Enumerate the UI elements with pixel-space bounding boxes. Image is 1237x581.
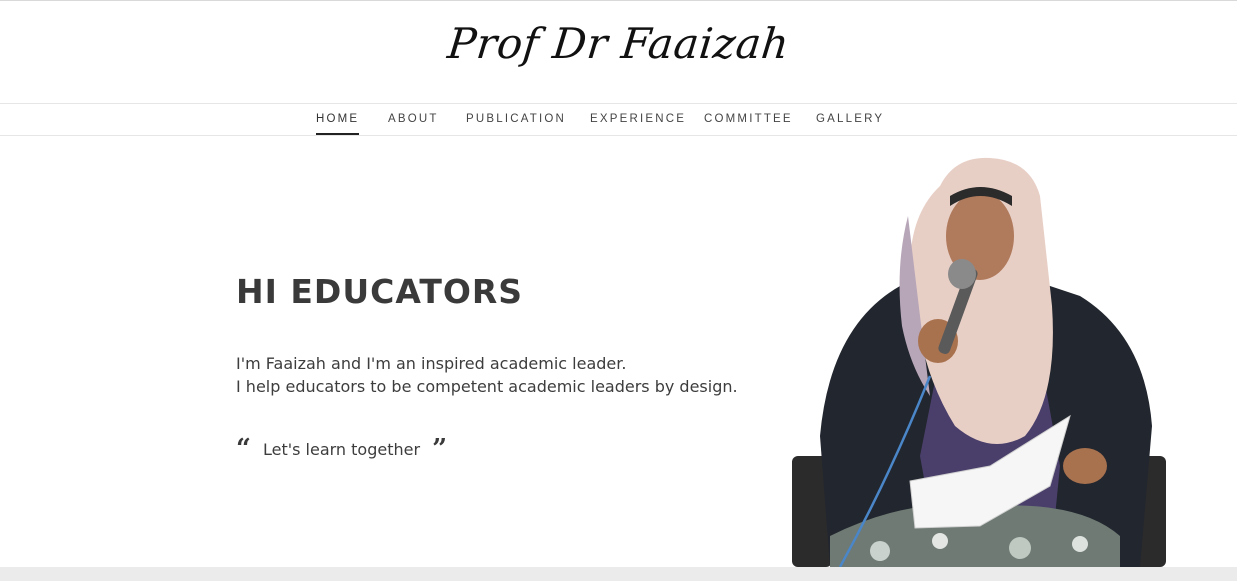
site-header: Prof Dr Faaizah <box>0 1 1237 103</box>
hero-quote-text: Let's learn together <box>262 439 421 459</box>
nav-item-publication[interactable]: PUBLICATION <box>466 104 566 135</box>
close-quote-icon: ” <box>432 434 448 464</box>
nav-item-home[interactable]: HOME <box>316 104 360 135</box>
hero-section: HI EDUCATORS I'm Faaizah and I'm an insp… <box>0 136 1237 567</box>
footer-band <box>0 567 1237 581</box>
nav-item-committee[interactable]: COMMITTEE <box>704 104 793 135</box>
nav-item-gallery[interactable]: GALLERY <box>816 104 884 135</box>
hero-heading: HI EDUCATORS <box>236 272 524 311</box>
nav-item-experience[interactable]: EXPERIENCE <box>590 104 686 135</box>
hero-intro-line-1: I'm Faaizah and I'm an inspired academic… <box>236 354 627 373</box>
hero-intro-line-2: I help educators to be competent academi… <box>236 377 738 396</box>
hero-quote: “ Let's learn together ” <box>236 434 447 464</box>
open-quote-icon: “ <box>236 434 251 464</box>
main-nav: HOME ABOUT PUBLICATION EXPERIENCE COMMIT… <box>0 103 1237 136</box>
speaker-portrait-image <box>792 157 1166 567</box>
site-title-logo[interactable]: Prof Dr Faaizah <box>0 19 1237 68</box>
nav-item-about[interactable]: ABOUT <box>388 104 439 135</box>
